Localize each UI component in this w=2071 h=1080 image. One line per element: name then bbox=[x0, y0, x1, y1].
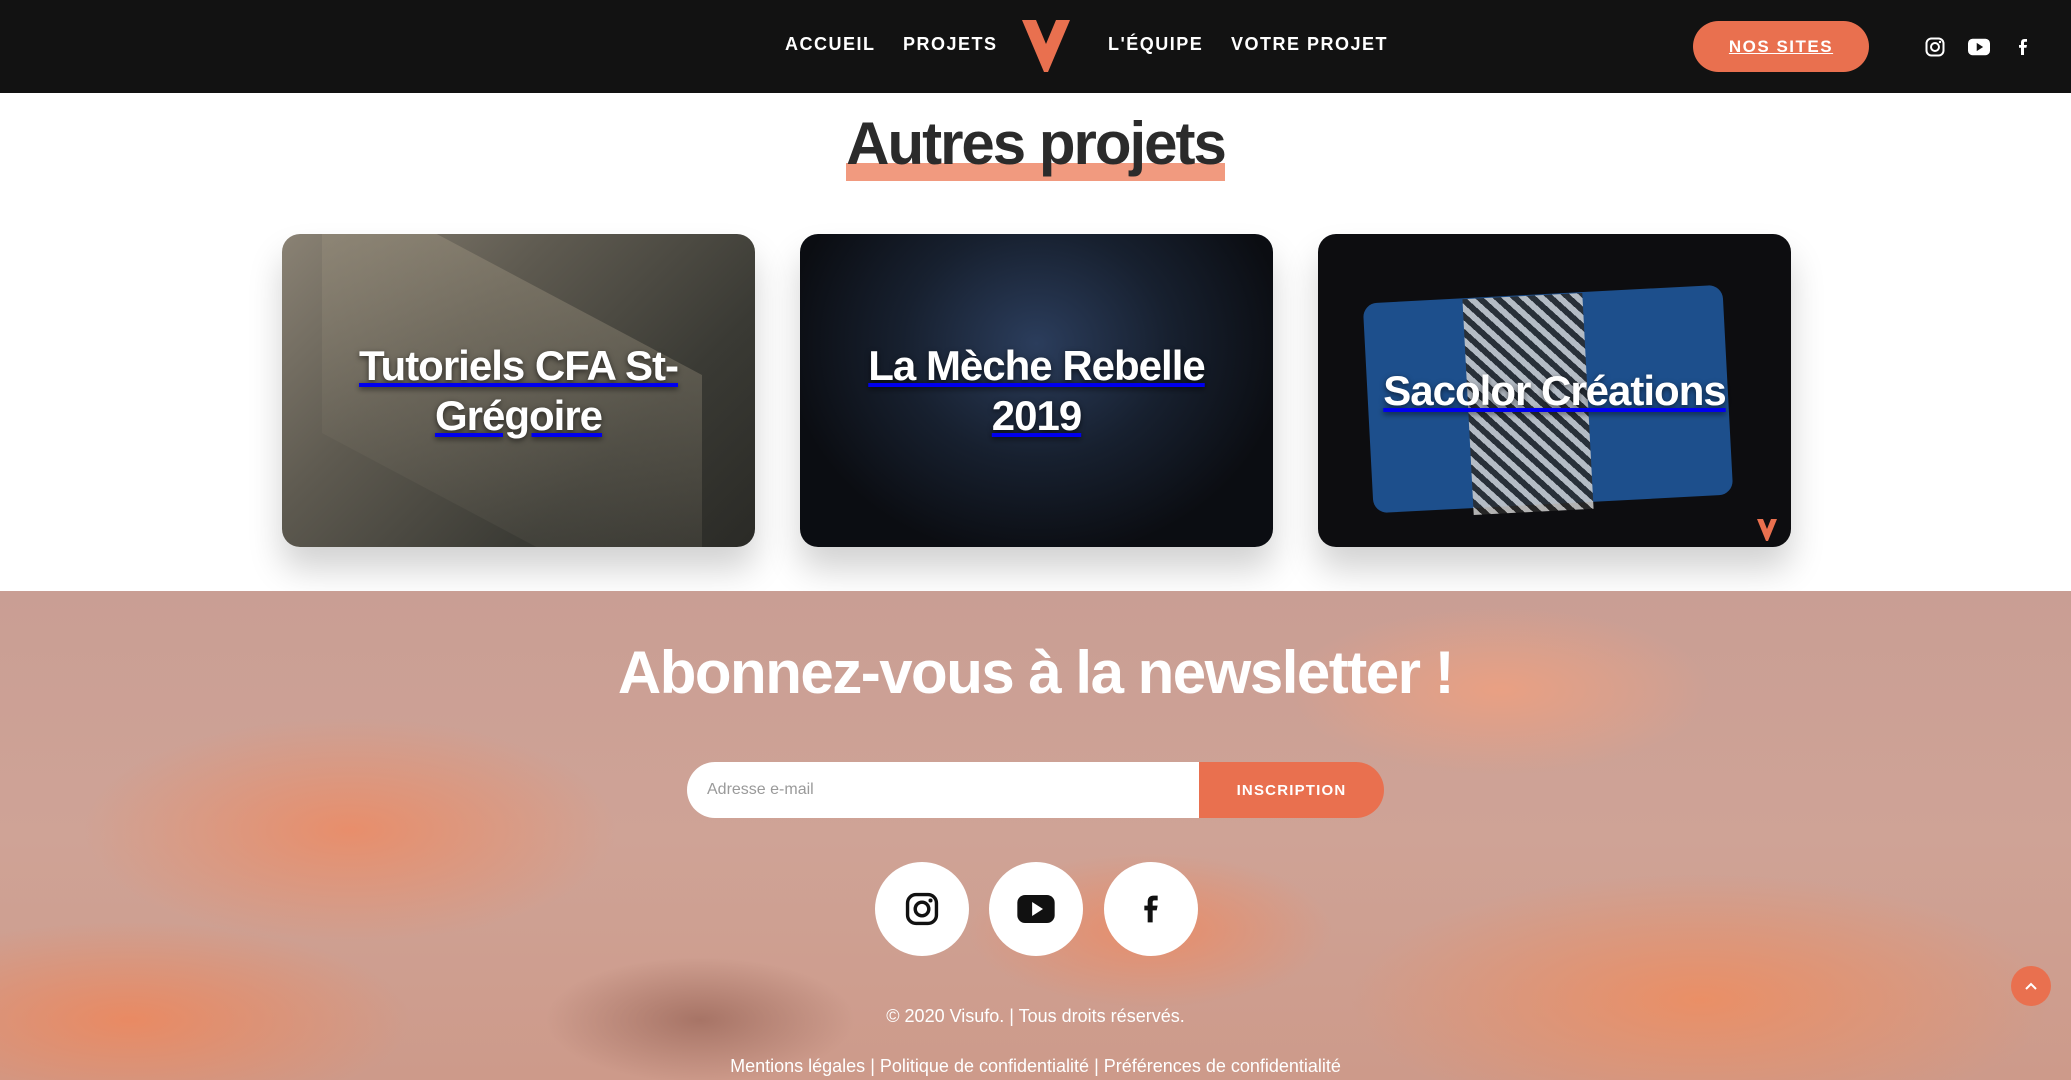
site-logo[interactable] bbox=[1022, 20, 1070, 72]
chevron-up-icon bbox=[2025, 982, 2037, 990]
project-card-title: Sacolor Créations bbox=[1383, 366, 1726, 414]
site-header: ACCUEIL PROJETS L'ÉQUIPE VOTRE PROJET NO… bbox=[0, 0, 2071, 93]
email-input[interactable] bbox=[687, 762, 1199, 818]
footer-separator: | bbox=[1094, 1056, 1099, 1076]
footer-link-preferences[interactable]: Préférences de confidentialité bbox=[1104, 1056, 1341, 1076]
youtube-icon[interactable] bbox=[1968, 36, 1990, 58]
footer-link-privacy[interactable]: Politique de confidentialité bbox=[880, 1056, 1089, 1076]
project-card-title: La Mèche Rebelle 2019 bbox=[868, 341, 1205, 439]
nav-link-projets[interactable]: PROJETS bbox=[903, 34, 998, 55]
footer-link-mentions[interactable]: Mentions légales bbox=[730, 1056, 865, 1076]
instagram-icon[interactable] bbox=[875, 862, 969, 956]
facebook-icon[interactable] bbox=[1104, 862, 1198, 956]
scroll-to-top-button[interactable] bbox=[2011, 966, 2051, 1006]
nav-link-votre-projet[interactable]: VOTRE PROJET bbox=[1231, 34, 1388, 55]
nav-link-equipe[interactable]: L'ÉQUIPE bbox=[1108, 34, 1203, 55]
project-card-sacolor[interactable]: Sacolor Créations bbox=[1318, 234, 1791, 547]
watermark-logo bbox=[1757, 519, 1777, 541]
newsletter-heading-wrap: Abonnez-vous à la newsletter ! bbox=[0, 640, 2071, 706]
newsletter-form: INSCRIPTION bbox=[687, 762, 1384, 818]
footer-separator: | bbox=[870, 1056, 875, 1076]
subscribe-button[interactable]: INSCRIPTION bbox=[1199, 762, 1384, 818]
facebook-icon[interactable] bbox=[2012, 36, 2034, 58]
instagram-icon[interactable] bbox=[1924, 36, 1946, 58]
project-card-cfa[interactable]: Tutoriels CFA St-Grégoire bbox=[282, 234, 755, 547]
youtube-icon[interactable] bbox=[989, 862, 1083, 956]
project-card-title: Tutoriels CFA St-Grégoire bbox=[359, 341, 679, 439]
projects-title: Autres projets bbox=[846, 105, 1227, 183]
copyright-text: © 2020 Visufo. | Tous droits réservés. bbox=[886, 1006, 1185, 1026]
footer-links: Mentions légales | Politique de confiden… bbox=[0, 1056, 2071, 1077]
project-card-meche-rebelle[interactable]: La Mèche Rebelle 2019 bbox=[800, 234, 1273, 547]
newsletter-title: Abonnez-vous à la newsletter ! bbox=[617, 639, 1455, 706]
nav-link-accueil[interactable]: ACCUEIL bbox=[785, 34, 876, 55]
nos-sites-button[interactable]: NOS SITES bbox=[1693, 21, 1869, 72]
projects-heading-wrap: Autres projets bbox=[0, 105, 2071, 183]
